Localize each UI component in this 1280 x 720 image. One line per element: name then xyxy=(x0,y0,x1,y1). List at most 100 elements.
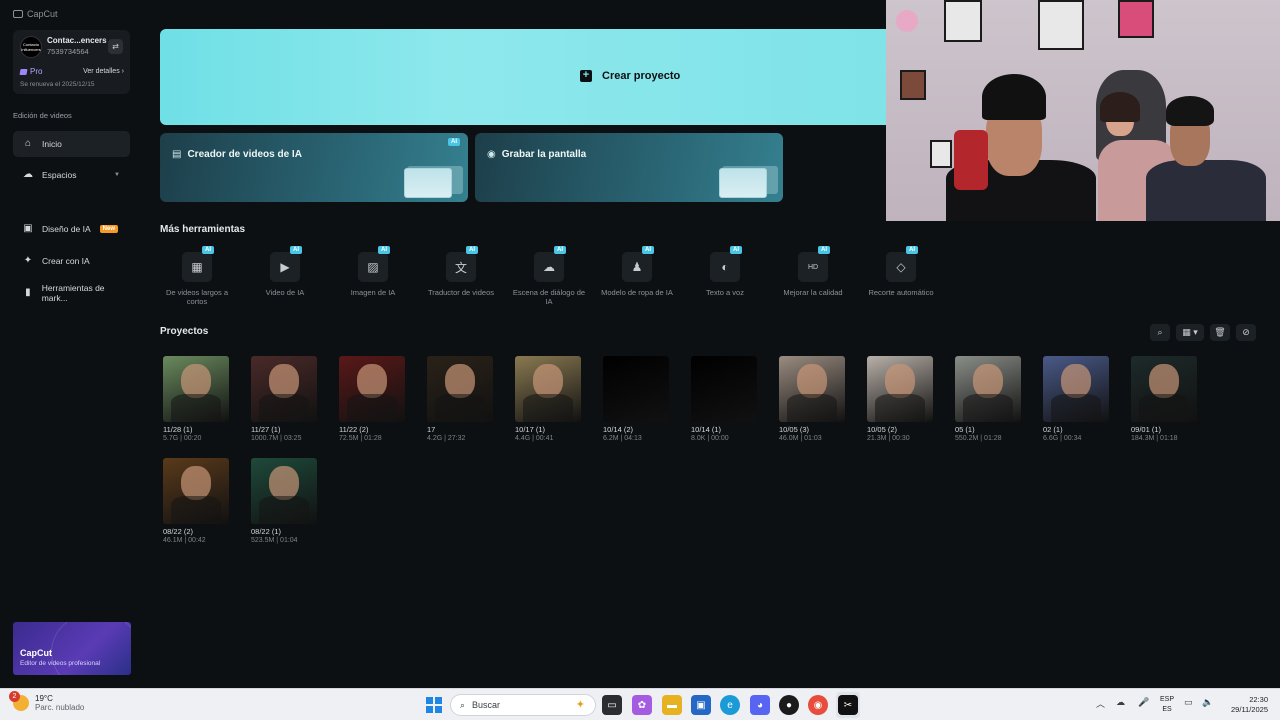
avatar[interactable]: Contacto Influencers xyxy=(20,36,42,58)
project-card[interactable]: 08/22 (2) 46.1M | 00:42 xyxy=(163,458,229,544)
edge-icon[interactable]: e xyxy=(720,695,740,715)
project-card[interactable]: 10/17 (1) 4.4G | 00:41 xyxy=(515,356,581,442)
sidebar-item-marketing[interactable]: ▮ Herramientas de mark... xyxy=(13,280,130,306)
tool-item[interactable]: HD AI Mejorar la calidad xyxy=(773,246,853,297)
project-card[interactable]: 11/27 (1) 1000.7M | 03:25 xyxy=(251,356,317,442)
account-id: 7539734564 xyxy=(47,47,89,56)
project-card[interactable]: 10/14 (2) 6.2M | 04:13 xyxy=(603,356,669,442)
start-button[interactable] xyxy=(426,697,442,713)
thumb-figure xyxy=(269,364,299,398)
card-label-row: ◉ Grabar la pantalla xyxy=(487,149,586,160)
ai-badge: AI xyxy=(448,138,460,146)
obs-icon[interactable]: ● xyxy=(779,695,799,715)
project-meta: 21.3M | 00:30 xyxy=(867,435,910,442)
project-card[interactable]: 11/22 (2) 72.5M | 01:28 xyxy=(339,356,405,442)
project-card[interactable]: 10/05 (2) 21.3M | 00:30 xyxy=(867,356,933,442)
ai-badge: AI xyxy=(466,246,478,254)
project-thumbnail xyxy=(603,356,669,422)
tool-item[interactable]: 文 AI Traductor de videos xyxy=(421,246,501,297)
project-card[interactable]: 09/01 (1) 184.3M | 01:18 xyxy=(1131,356,1197,442)
tool-label: Texto a voz xyxy=(706,288,744,297)
card-preview xyxy=(719,168,767,198)
store-icon[interactable]: ▣ xyxy=(691,695,711,715)
ai-badge: AI xyxy=(554,246,566,254)
tool-item[interactable]: ♟ AI Modelo de ropa de IA xyxy=(597,246,677,297)
project-card[interactable]: 05 (1) 550.2M | 01:28 xyxy=(955,356,1021,442)
task-view-icon[interactable]: ▭ xyxy=(602,695,622,715)
thumb-figure xyxy=(445,364,475,398)
tool-item[interactable]: ▨ AI Imagen de IA xyxy=(333,246,413,297)
new-badge: New xyxy=(99,225,119,233)
image-ai-icon: ▨ xyxy=(358,252,388,282)
sidebar-item-inicio[interactable]: ⌂ Inicio xyxy=(13,131,130,157)
view-details-link[interactable]: Ver detalles › xyxy=(83,68,124,75)
start-tile xyxy=(435,697,442,704)
tool-label: Modelo de ropa de IA xyxy=(601,288,673,297)
language-indicator[interactable]: ESP ES xyxy=(1160,695,1174,715)
ai-video-creator-card[interactable]: ▤ Creador de videos de IA AI xyxy=(160,133,468,202)
ai-badge: AI xyxy=(818,246,830,254)
sidebar-item-crear-ia[interactable]: ✦ Crear con IA xyxy=(13,248,130,274)
create-project-button[interactable]: + Crear proyecto xyxy=(160,29,886,125)
sidebar-item-label: Herramientas de mark... xyxy=(41,283,105,303)
sidebar-item-label: Crear con IA xyxy=(42,256,90,266)
thumb-figure xyxy=(885,364,915,398)
onedrive-icon[interactable]: ☁ xyxy=(1116,697,1125,708)
thumb-figure-body xyxy=(171,394,221,422)
language-code: ESP xyxy=(1160,696,1175,703)
promo-banner[interactable]: CapCut Editor de videos profesional xyxy=(13,622,131,675)
tool-item[interactable]: ◐ AI Texto a voz xyxy=(685,246,765,297)
renewal-text: Se renueva el 2025/12/15 xyxy=(20,81,95,88)
project-meta: 184.3M | 01:18 xyxy=(1131,435,1178,442)
account-card[interactable]: Contacto Influencers Contac...encers 753… xyxy=(13,30,130,94)
network-icon[interactable]: ▭ xyxy=(1184,697,1193,708)
copilot-icon[interactable]: ✿ xyxy=(632,695,652,715)
sidebar-item-diseno-ia[interactable]: ▣ Diseño de IA New xyxy=(13,216,130,242)
tool-item[interactable]: ◇ AI Recorte automático xyxy=(861,246,941,297)
project-name: 11/28 (1) xyxy=(163,425,193,434)
project-card[interactable]: 10/14 (1) 8.0K | 00:00 xyxy=(691,356,757,442)
capcut-window: CapCut Contacto Influencers Contac...enc… xyxy=(0,0,1280,688)
cloud-off-icon[interactable]: ⊘ xyxy=(1236,324,1256,341)
tool-item[interactable]: ▦ AI De videos largos a cortos xyxy=(157,246,237,306)
project-card[interactable]: 11/28 (1) 5.7G | 00:20 xyxy=(163,356,229,442)
film-icon: ▤ xyxy=(172,149,182,160)
clock[interactable]: 22:30 29/11/2025 xyxy=(1226,695,1268,715)
switch-account-button[interactable]: ⇄ xyxy=(108,39,123,54)
card-label: Grabar la pantalla xyxy=(501,149,587,160)
sidebar-item-espacios[interactable]: ☁ Espacios ▼ xyxy=(13,162,130,188)
start-tile xyxy=(426,706,433,713)
weather-widget[interactable]: 2 19°C Parc. nublado xyxy=(9,691,84,712)
time: 22:30 xyxy=(1249,695,1268,704)
card-label: Creador de videos de IA xyxy=(187,149,302,160)
project-card[interactable]: 02 (1) 6.6G | 00:34 xyxy=(1043,356,1109,442)
project-card[interactable]: 17 4.2G | 27:32 xyxy=(427,356,493,442)
plus-icon: + xyxy=(580,70,592,82)
tray-chevron-icon[interactable]: ︿ xyxy=(1096,697,1105,710)
project-thumbnail xyxy=(515,356,581,422)
project-name: 11/27 (1) xyxy=(251,425,281,434)
discord-icon[interactable]: ◕ xyxy=(750,695,770,715)
file-explorer-icon[interactable]: ▬ xyxy=(662,695,682,715)
tool-item[interactable]: ▶ AI Video de IA xyxy=(245,246,325,297)
project-card[interactable]: 08/22 (1) 523.5M | 01:04 xyxy=(251,458,317,544)
search-icon: ⌕ xyxy=(460,699,466,710)
project-card[interactable]: 10/05 (3) 46.0M | 01:03 xyxy=(779,356,845,442)
promo-decoration xyxy=(51,622,131,675)
project-name: 05 (1) xyxy=(955,425,975,434)
trash-icon[interactable]: 🗑 xyxy=(1210,324,1230,341)
cloud-icon: ☁ xyxy=(23,169,33,180)
project-name: 17 xyxy=(427,425,436,434)
tool-item[interactable]: ☁ AI Escena de diálogo de IA xyxy=(509,246,589,306)
taskbar-search[interactable]: ⌕ Buscar ✦ xyxy=(450,694,596,716)
temperature: 19°C xyxy=(35,694,53,703)
view-toggle-icon[interactable]: ▦ ▾ xyxy=(1176,324,1204,341)
chrome-icon[interactable]: ◉ xyxy=(808,695,828,715)
microphone-icon[interactable]: 🎤 xyxy=(1138,697,1149,708)
volume-icon[interactable]: 🔈 xyxy=(1202,697,1213,708)
screen-record-card[interactable]: ◉ Grabar la pantalla xyxy=(475,133,783,202)
search-icon[interactable]: ⌕ xyxy=(1150,324,1170,341)
more-tools-heading: Más herramientas xyxy=(160,224,246,235)
project-meta: 1000.7M | 03:25 xyxy=(251,435,302,442)
capcut-taskbar-icon[interactable]: ✂ xyxy=(838,695,858,715)
